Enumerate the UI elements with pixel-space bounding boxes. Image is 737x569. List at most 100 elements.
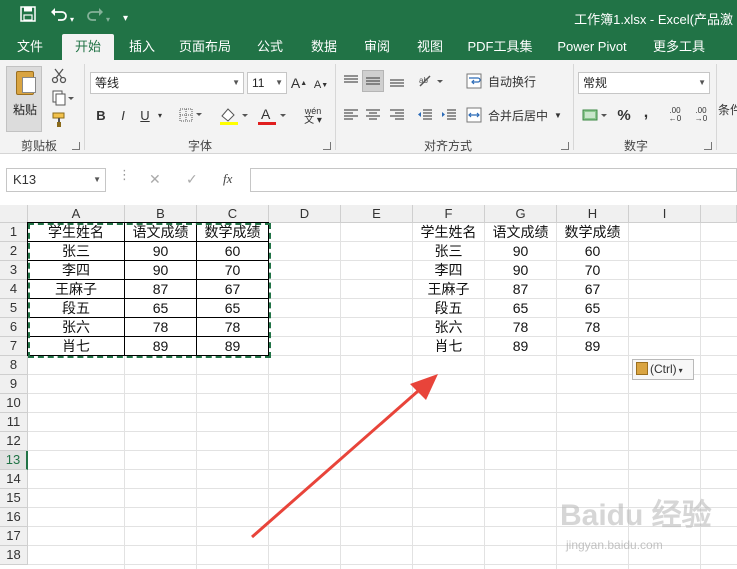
table-cell[interactable]: 89 — [557, 337, 628, 356]
row-header-10[interactable]: 10 — [0, 394, 28, 413]
column-header-f[interactable]: F — [413, 205, 485, 223]
borders-icon[interactable] — [176, 104, 206, 126]
table-cell[interactable]: 张六 — [413, 318, 484, 337]
tab-pdf-tools[interactable]: PDF工具集 — [462, 34, 538, 60]
table-cell[interactable]: 65 — [485, 299, 556, 318]
align-left-icon[interactable] — [340, 104, 362, 126]
orientation-icon[interactable]: ab — [414, 70, 448, 92]
grow-font-button[interactable]: A ▲ — [291, 72, 307, 94]
table-cell[interactable]: 70 — [557, 261, 628, 280]
column-header-g[interactable]: G — [485, 205, 557, 223]
tab-more-tools[interactable]: 更多工具 — [644, 34, 714, 60]
align-top-icon[interactable] — [340, 70, 362, 92]
table-cell[interactable]: 78 — [485, 318, 556, 337]
table-cell[interactable]: 李四 — [413, 261, 484, 280]
cancel-icon[interactable]: ✕ — [149, 171, 161, 188]
row-header-6[interactable]: 6 — [0, 318, 28, 337]
bold-button[interactable]: B — [92, 104, 110, 126]
font-size-dropdown[interactable]: 11 ▼ — [247, 72, 287, 94]
column-header-c[interactable]: C — [197, 205, 269, 223]
table-header-cell[interactable]: 数学成绩 — [557, 223, 628, 242]
wrap-text-button[interactable]: 自动换行 — [466, 70, 542, 92]
accounting-format-icon[interactable] — [580, 104, 612, 126]
row-header-11[interactable]: 11 — [0, 413, 28, 432]
phonetic-guide-button[interactable]: wén 文 ▾ — [296, 104, 330, 128]
undo-icon[interactable] — [50, 6, 68, 28]
table-cell[interactable]: 60 — [557, 242, 628, 261]
column-header-b[interactable]: B — [125, 205, 197, 223]
tab-file[interactable]: 文件 — [8, 34, 52, 60]
row-header-18[interactable]: 18 — [0, 546, 28, 565]
tab-view[interactable]: 视图 — [408, 34, 452, 60]
table-header-cell[interactable]: 语文成绩 — [485, 223, 556, 242]
customize-qat-icon[interactable]: ▾ — [123, 9, 128, 29]
row-header-12[interactable]: 12 — [0, 432, 28, 451]
row-header-3[interactable]: 3 — [0, 261, 28, 280]
row-header-2[interactable]: 2 — [0, 242, 28, 261]
increase-indent-icon[interactable] — [438, 104, 460, 126]
tab-power-pivot[interactable]: Power Pivot — [548, 34, 636, 60]
enter-icon[interactable]: ✓ — [186, 171, 198, 188]
table-cell[interactable]: 肖七 — [413, 337, 484, 356]
table-cell[interactable]: 90 — [485, 261, 556, 280]
column-header-i[interactable]: I — [629, 205, 701, 223]
shrink-font-button[interactable]: A ▼ — [313, 74, 329, 96]
column-header-a[interactable]: A — [28, 205, 125, 223]
italic-button[interactable]: I — [114, 104, 132, 126]
tab-formulas[interactable]: 公式 — [248, 34, 292, 60]
table-cell[interactable]: 65 — [557, 299, 628, 318]
tab-page-layout[interactable]: 页面布局 — [172, 34, 238, 60]
row-header-16[interactable]: 16 — [0, 508, 28, 527]
copy-icon[interactable] — [48, 88, 78, 108]
alignment-launcher-icon[interactable] — [561, 142, 569, 150]
row-header-4[interactable]: 4 — [0, 280, 28, 299]
number-format-dropdown[interactable]: 常规 ▼ — [578, 72, 710, 94]
table-cell[interactable]: 段五 — [413, 299, 484, 318]
table-cell[interactable]: 90 — [485, 242, 556, 261]
align-right-icon[interactable] — [386, 104, 408, 126]
table-header-cell[interactable]: 学生姓名 — [413, 223, 484, 242]
conditional-formatting-button[interactable]: 条件 — [718, 98, 737, 120]
save-icon[interactable] — [20, 6, 36, 28]
row-header-5[interactable]: 5 — [0, 299, 28, 318]
table-cell[interactable]: 王麻子 — [413, 280, 484, 299]
table-cell[interactable]: 张三 — [413, 242, 484, 261]
table-cell[interactable]: 89 — [485, 337, 556, 356]
decrease-indent-icon[interactable] — [414, 104, 436, 126]
font-color-icon[interactable]: A — [254, 104, 290, 128]
fill-color-icon[interactable] — [216, 104, 252, 128]
select-all-corner[interactable] — [0, 205, 28, 223]
row-header-17[interactable]: 17 — [0, 527, 28, 546]
decrease-decimal-button[interactable]: .00 →0 — [690, 104, 712, 126]
paste-options-button[interactable]: (Ctrl) ▾ — [632, 359, 694, 380]
insert-function-icon[interactable]: fx — [223, 171, 232, 187]
row-header-1[interactable]: 1 — [0, 223, 28, 242]
align-center-icon[interactable] — [362, 104, 384, 126]
splitter-dots-icon[interactable]: ⋮ — [118, 168, 131, 181]
row-header-8[interactable]: 8 — [0, 356, 28, 375]
comma-style-button[interactable]: , — [638, 102, 654, 124]
formula-input[interactable] — [250, 168, 737, 192]
tab-review[interactable]: 审阅 — [355, 34, 399, 60]
table-cell[interactable]: 87 — [485, 280, 556, 299]
merge-center-button[interactable]: 合并后居中 ▼ — [466, 104, 570, 126]
redo-dropdown-icon[interactable]: ▾ — [106, 10, 110, 30]
name-box[interactable]: K13 ▼ — [6, 168, 106, 192]
row-header-15[interactable]: 15 — [0, 489, 28, 508]
align-middle-icon[interactable] — [362, 70, 384, 92]
column-header-e[interactable]: E — [341, 205, 413, 223]
underline-dropdown-icon[interactable]: ▾ — [154, 104, 166, 126]
number-launcher-icon[interactable] — [704, 142, 712, 150]
align-bottom-icon[interactable] — [386, 70, 408, 92]
table-cell[interactable]: 67 — [557, 280, 628, 299]
row-header-13[interactable]: 13 — [0, 451, 28, 470]
column-header-d[interactable]: D — [269, 205, 341, 223]
percent-style-button[interactable]: % — [614, 104, 634, 126]
underline-button[interactable]: U — [136, 104, 154, 126]
row-header-9[interactable]: 9 — [0, 375, 28, 394]
tab-home[interactable]: 开始 — [62, 34, 114, 60]
font-launcher-icon[interactable] — [323, 142, 331, 150]
undo-dropdown-icon[interactable]: ▾ — [70, 10, 74, 30]
tab-insert[interactable]: 插入 — [120, 34, 164, 60]
redo-icon[interactable] — [86, 6, 104, 28]
